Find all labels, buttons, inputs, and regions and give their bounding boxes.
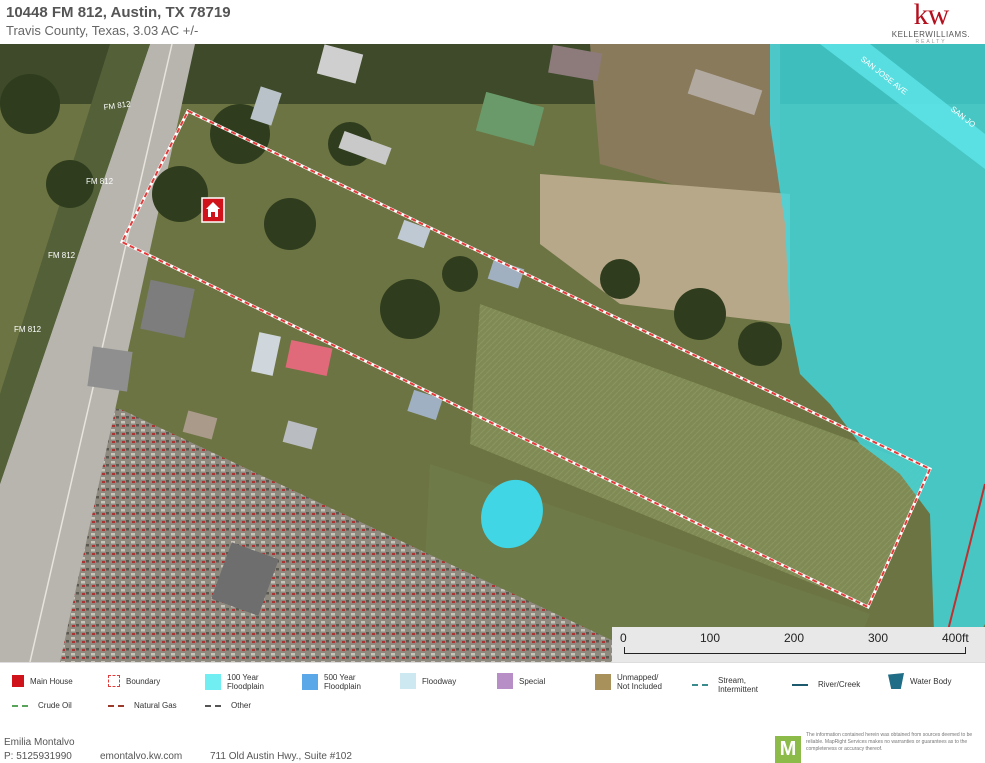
footer: Emilia Montalvo P: 5125931990 emontalvo.… xyxy=(0,732,985,763)
legend-unmapped: Unmapped/ Not Included xyxy=(595,673,662,691)
natural-gas-line-icon xyxy=(108,704,124,707)
logo-mark: kw xyxy=(913,0,950,31)
main-house-marker xyxy=(201,197,225,223)
legend-boundary: Boundary xyxy=(108,675,160,687)
special-swatch xyxy=(497,673,513,689)
road-label-fm812-2: FM 812 xyxy=(86,177,114,186)
floodway-swatch xyxy=(400,673,416,689)
boundary-icon xyxy=(108,675,120,687)
agent-phone[interactable]: P: 5125931990 xyxy=(4,751,72,762)
road-label-fm812-4: FM 812 xyxy=(14,325,42,334)
legend-special: Special xyxy=(497,673,545,689)
floodplain-500-swatch xyxy=(302,674,318,690)
legend-main-house: Main House xyxy=(12,675,73,687)
crude-oil-line-icon xyxy=(12,704,28,707)
disclaimer: The information contained herein was obt… xyxy=(806,732,973,752)
unmapped-swatch xyxy=(595,674,611,690)
road-label-fm812-3: FM 812 xyxy=(48,251,76,260)
legend-500-year-floodplain: 500 Year Floodplain xyxy=(302,673,361,691)
header: 10448 FM 812, Austin, TX 78719 Travis Co… xyxy=(0,0,985,45)
agent-name: Emilia Montalvo xyxy=(4,737,75,748)
map-canvas[interactable]: FM 812 FM 812 FM 812 FM 812 SAN JOSE AVE… xyxy=(0,44,985,662)
scale-label-400ft: 400ft xyxy=(942,631,969,645)
scale-label-100: 100 xyxy=(700,631,721,645)
scale-label-0: 0 xyxy=(620,631,627,645)
stream-line-icon xyxy=(692,684,708,686)
page-subtitle: Travis County, Texas, 3.03 AC +/- xyxy=(6,23,199,38)
map-legend: Main House Boundary 100 Year Floodplain … xyxy=(0,662,985,733)
river-line-icon xyxy=(792,683,808,686)
scale-label-200: 200 xyxy=(784,631,805,645)
legend-floodway: Floodway xyxy=(400,673,456,689)
scale-label-300: 300 xyxy=(868,631,889,645)
page-title: 10448 FM 812, Austin, TX 78719 xyxy=(6,4,231,21)
legend-river-creek: River/Creek xyxy=(792,680,860,689)
scale-line xyxy=(624,647,966,654)
kw-logo: kw KELLERWILLIAMS. REALTY xyxy=(889,0,973,45)
legend-stream-intermittent: Stream, Intermittent xyxy=(692,676,758,694)
logo-name: KELLERWILLIAMS. xyxy=(891,30,971,39)
legend-crude-oil: Crude Oil xyxy=(12,701,72,710)
legend-100-year-floodplain: 100 Year Floodplain xyxy=(205,673,264,691)
legend-water-body: Water Body xyxy=(888,673,952,689)
aerial-map[interactable]: FM 812 FM 812 FM 812 FM 812 SAN JOSE AVE… xyxy=(0,44,985,662)
agent-website[interactable]: emontalvo.kw.com xyxy=(100,751,182,762)
mapright-logo: M xyxy=(775,736,801,763)
legend-other: Other xyxy=(205,701,251,710)
water-body-icon xyxy=(888,673,904,689)
agent-address: 711 Old Austin Hwy., Suite #102 xyxy=(210,751,352,762)
scale-bar: 0 100 200 300 400ft xyxy=(612,627,985,662)
other-line-icon xyxy=(205,704,221,707)
main-house-icon xyxy=(12,675,24,687)
floodplain-100-swatch xyxy=(205,674,221,690)
legend-natural-gas: Natural Gas xyxy=(108,701,177,710)
